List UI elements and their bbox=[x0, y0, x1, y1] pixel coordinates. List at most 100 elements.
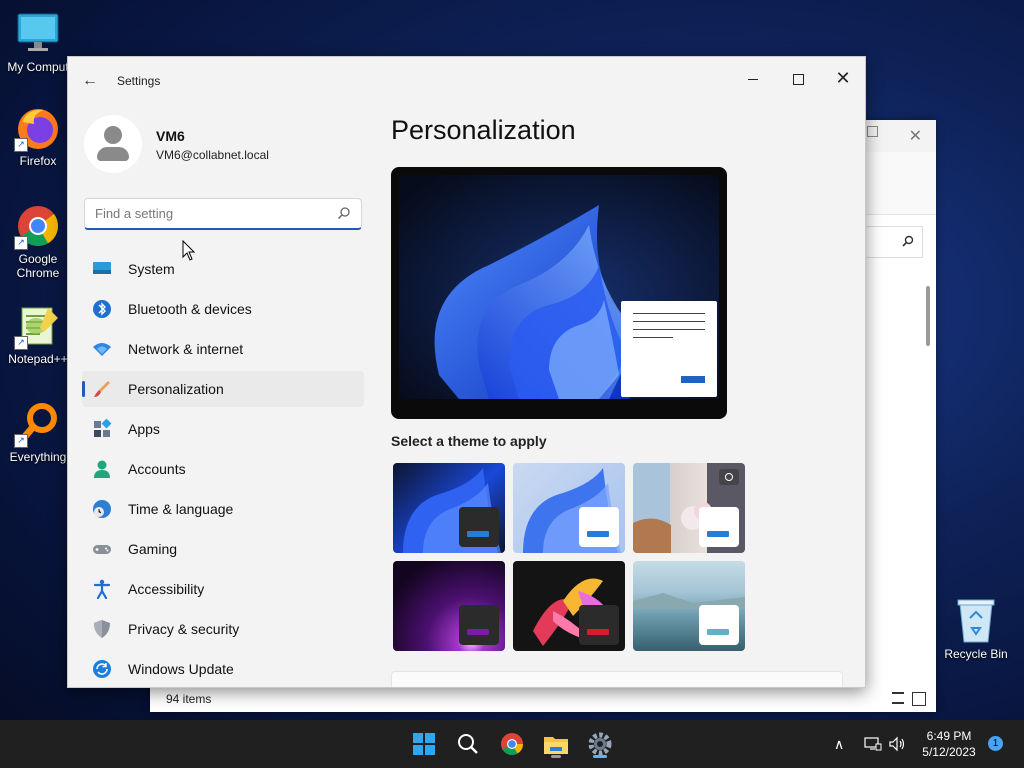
user-email: VM6@collabnet.local bbox=[156, 148, 269, 162]
details-view-icon[interactable] bbox=[892, 692, 904, 704]
refresh-icon bbox=[93, 660, 111, 678]
desktop-icon-label: Everything bbox=[9, 450, 67, 464]
desktop-icon-chrome[interactable]: ↗ Google Chrome bbox=[0, 202, 76, 280]
themes-settings-card[interactable] bbox=[391, 671, 843, 687]
apps-icon bbox=[94, 419, 112, 437]
desktop-icon-label: Notepad++ bbox=[8, 352, 68, 366]
camera-icon bbox=[719, 469, 739, 485]
nav-label: Windows Update bbox=[128, 661, 234, 677]
notification-badge[interactable]: 1 bbox=[988, 736, 1003, 751]
taskbar-clock[interactable]: 6:49 PM 5/12/2023 bbox=[916, 728, 982, 760]
shortcut-arrow-icon: ↗ bbox=[14, 138, 28, 152]
explorer-titlebar: ✕ bbox=[866, 120, 936, 152]
show-hidden-icons-chevron-icon[interactable]: ∧ bbox=[834, 736, 844, 753]
mouse-cursor-icon bbox=[182, 240, 196, 261]
running-indicator bbox=[551, 755, 561, 758]
maximize-icon bbox=[792, 73, 804, 85]
search-icon bbox=[337, 207, 350, 220]
accessibility-icon bbox=[93, 579, 111, 599]
settings-window[interactable]: ← Settings ✕ VM6 VM6@collabnet.local Sys… bbox=[67, 56, 866, 688]
search-icon bbox=[458, 734, 478, 754]
nav-label: Bluetooth & devices bbox=[128, 301, 252, 317]
nav-item-privacy[interactable]: Privacy & security bbox=[82, 611, 364, 647]
explorer-toolbar bbox=[866, 152, 936, 215]
theme-spotlight[interactable] bbox=[633, 463, 745, 553]
nav-label: Privacy & security bbox=[128, 621, 240, 637]
close-icon[interactable]: ✕ bbox=[909, 126, 922, 146]
person-icon bbox=[94, 460, 110, 478]
desktop-icon-label: My Comput bbox=[7, 60, 69, 74]
large-icons-view-icon[interactable] bbox=[912, 692, 926, 706]
magnifier-icon: ↗ bbox=[14, 400, 62, 448]
nav-label: System bbox=[128, 261, 175, 277]
nav-item-gaming[interactable]: Gaming bbox=[82, 531, 364, 567]
nav-label: Accounts bbox=[128, 461, 186, 477]
running-indicator-active bbox=[593, 755, 607, 758]
monitor-icon bbox=[14, 10, 62, 58]
desktop-icon-firefox[interactable]: ↗ Firefox bbox=[0, 104, 76, 168]
search-button[interactable] bbox=[452, 728, 484, 760]
desktop-icon-my-computer[interactable]: My Comput bbox=[0, 10, 76, 74]
nav-item-system[interactable]: System bbox=[82, 251, 364, 287]
brush-icon bbox=[94, 381, 110, 397]
sample-dialog bbox=[621, 301, 717, 397]
shortcut-arrow-icon: ↗ bbox=[14, 434, 28, 448]
nav-item-windows-update[interactable]: Windows Update bbox=[82, 651, 364, 687]
wifi-icon bbox=[93, 343, 111, 356]
desktop-icon-everything[interactable]: ↗ Everything bbox=[0, 400, 76, 464]
chrome-icon bbox=[501, 733, 523, 755]
window-title: Settings bbox=[117, 74, 161, 88]
desktop-icon-label: Google Chrome bbox=[16, 252, 60, 280]
network-icon[interactable] bbox=[864, 736, 882, 752]
volume-icon[interactable] bbox=[888, 736, 906, 752]
back-arrow-icon[interactable]: ← bbox=[82, 71, 102, 91]
avatar bbox=[84, 115, 142, 173]
firefox-icon: ↗ bbox=[14, 104, 62, 152]
desktop-icon-recycle-bin[interactable]: Recycle Bin bbox=[938, 596, 1014, 661]
theme-windows-light[interactable] bbox=[513, 463, 625, 553]
nav-label: Apps bbox=[128, 421, 160, 437]
desktop-icon-label: Recycle Bin bbox=[944, 647, 1008, 661]
nav-item-network[interactable]: Network & internet bbox=[82, 331, 364, 367]
nav-label: Network & internet bbox=[128, 341, 244, 357]
theme-windows-dark[interactable] bbox=[393, 463, 505, 553]
clock-time: 6:49 PM bbox=[926, 729, 972, 743]
maximize-icon[interactable] bbox=[867, 126, 878, 137]
settings-search-box[interactable] bbox=[84, 198, 362, 230]
nav-item-accessibility[interactable]: Accessibility bbox=[82, 571, 364, 607]
page-title: Personalization bbox=[391, 115, 576, 145]
close-button[interactable]: ✕ bbox=[820, 63, 865, 93]
chrome-icon: ↗ bbox=[14, 202, 62, 250]
desktop-icon-notepadpp[interactable]: ↗ Notepad++ bbox=[0, 302, 76, 366]
bluetooth-icon bbox=[93, 300, 111, 318]
explorer-status-bar: 94 items bbox=[150, 686, 936, 712]
theme-preview bbox=[391, 167, 727, 419]
nav-item-apps[interactable]: Apps bbox=[82, 411, 364, 447]
nav-item-bluetooth[interactable]: Bluetooth & devices bbox=[82, 291, 364, 327]
nav-item-time-language[interactable]: Time & language bbox=[82, 491, 364, 527]
scrollbar-thumb[interactable] bbox=[926, 286, 930, 346]
minimize-icon bbox=[748, 78, 758, 80]
monitor-icon bbox=[93, 262, 111, 274]
taskbar-chrome[interactable] bbox=[496, 728, 528, 760]
maximize-button[interactable] bbox=[775, 63, 821, 93]
close-icon: ✕ bbox=[835, 68, 851, 88]
settings-titlebar: ← Settings ✕ bbox=[68, 57, 865, 105]
nav-label: Time & language bbox=[128, 501, 234, 517]
controller-icon bbox=[93, 545, 111, 554]
nav-label: Personalization bbox=[128, 381, 224, 397]
nav-item-accounts[interactable]: Accounts bbox=[82, 451, 364, 487]
search-input[interactable] bbox=[93, 205, 327, 222]
start-button[interactable] bbox=[408, 728, 440, 760]
shortcut-arrow-icon: ↗ bbox=[14, 336, 28, 350]
explorer-search-box[interactable] bbox=[866, 226, 923, 258]
shortcut-arrow-icon: ↗ bbox=[14, 236, 28, 250]
theme-flow[interactable] bbox=[633, 561, 745, 651]
taskbar-file-explorer[interactable] bbox=[540, 728, 572, 760]
nav-item-personalization[interactable]: Personalization bbox=[82, 371, 364, 407]
taskbar-settings[interactable] bbox=[584, 728, 616, 760]
theme-glow[interactable] bbox=[393, 561, 505, 651]
theme-captured-motion[interactable] bbox=[513, 561, 625, 651]
minimize-button[interactable] bbox=[730, 63, 776, 93]
globe-clock-icon bbox=[93, 500, 111, 518]
